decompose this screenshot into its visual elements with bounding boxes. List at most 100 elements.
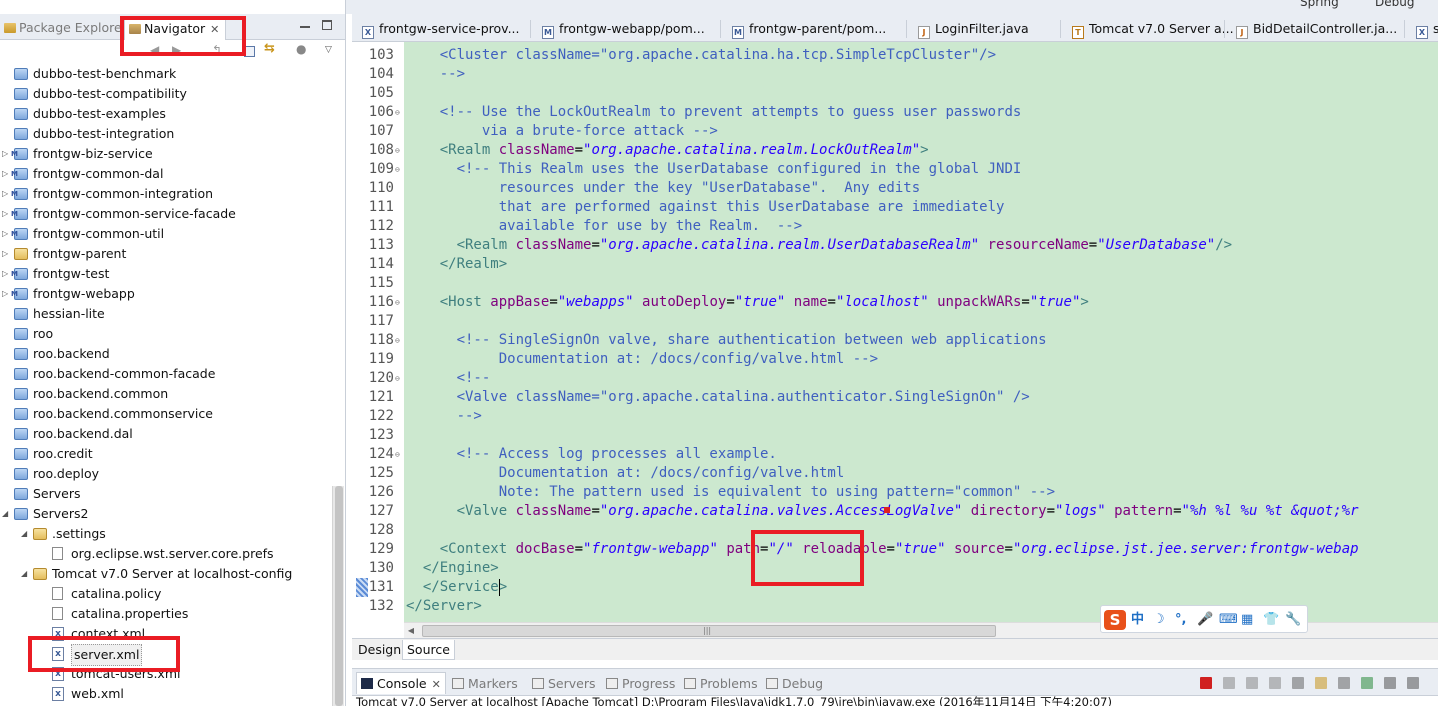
- tree-item[interactable]: roo.backend: [0, 344, 330, 364]
- tree-item[interactable]: ▷ frontgw-test: [0, 264, 330, 284]
- tree-item[interactable]: dubbo-test-benchmark: [0, 64, 330, 84]
- code-line[interactable]: 124 ⊖ <!-- Access log processes all examp…: [352, 445, 1438, 464]
- tree-item[interactable]: ▷ frontgw-biz-service: [0, 144, 330, 164]
- tree-vertical-scrollbar[interactable]: [332, 486, 344, 706]
- remove-all-icon[interactable]: [1246, 677, 1258, 689]
- tree-item[interactable]: ◢ Tomcat v7.0 Server at localhost-config: [0, 564, 330, 584]
- collapse-arrow-icon[interactable]: ◢: [21, 524, 29, 544]
- fold-toggle-icon[interactable]: ⊖: [395, 141, 400, 160]
- editor-tab[interactable]: J LoginFilter.java: [914, 16, 1029, 42]
- maximize-icon[interactable]: [1407, 677, 1419, 689]
- code-line[interactable]: 112 available for use by the Realm. -->: [352, 217, 1438, 236]
- microphone-icon[interactable]: 🎤: [1197, 610, 1213, 630]
- code-line[interactable]: 106 ⊖ <!-- Use the LockOutRealm to preven…: [352, 103, 1438, 122]
- tab-source[interactable]: Source: [402, 640, 455, 660]
- code-line[interactable]: 118 ⊖ <!-- SingleSignOn valve, share auth…: [352, 331, 1438, 350]
- tree-item[interactable]: ◢ .settings: [0, 524, 330, 544]
- filter-icon[interactable]: ●: [296, 42, 310, 56]
- fold-toggle-icon[interactable]: ⊖: [395, 160, 400, 179]
- bottom-tab-markers[interactable]: Markers: [452, 673, 518, 695]
- code-line[interactable]: 107 via a brute-force attack -->: [352, 122, 1438, 141]
- punctuation-icon[interactable]: °,: [1175, 610, 1186, 630]
- code-line[interactable]: 130 </Engine>: [352, 559, 1438, 578]
- code-line[interactable]: 121 <Valve className="org.apache.catalin…: [352, 388, 1438, 407]
- scrollbar-thumb[interactable]: [335, 486, 343, 706]
- fold-toggle-icon[interactable]: ⊖: [395, 369, 400, 388]
- pin-console-icon[interactable]: [1315, 677, 1327, 689]
- tree-item[interactable]: roo: [0, 324, 330, 344]
- code-line[interactable]: 104 -->: [352, 65, 1438, 84]
- expand-arrow-icon[interactable]: ▷: [2, 144, 10, 164]
- close-icon[interactable]: ✕: [432, 678, 441, 691]
- fold-toggle-icon[interactable]: ⊖: [395, 445, 400, 464]
- code-line[interactable]: 120 ⊖ <!--: [352, 369, 1438, 388]
- tree-item[interactable]: hessian-lite: [0, 304, 330, 324]
- editor-tab[interactable]: Xfrontgw-service-prov...: [358, 16, 520, 42]
- display-console-icon[interactable]: [1338, 677, 1350, 689]
- code-line[interactable]: 111 that are performed against this User…: [352, 198, 1438, 217]
- tree-item[interactable]: roo.backend-common-facade: [0, 364, 330, 384]
- skin-icon[interactable]: 👕: [1263, 610, 1279, 630]
- minimize-icon[interactable]: [1384, 677, 1396, 689]
- remove-launch-icon[interactable]: [1223, 677, 1235, 689]
- half-width-icon[interactable]: ☽: [1153, 610, 1165, 630]
- code-line[interactable]: 105: [352, 84, 1438, 103]
- expand-arrow-icon[interactable]: ▷: [2, 184, 10, 204]
- fold-toggle-icon[interactable]: ⊖: [395, 103, 400, 122]
- code-line[interactable]: 113 <Realm className="org.apache.catalin…: [352, 236, 1438, 255]
- code-line[interactable]: 119 Documentation at: /docs/config/valve…: [352, 350, 1438, 369]
- code-line[interactable]: 114 </Realm>: [352, 255, 1438, 274]
- collapse-arrow-icon[interactable]: ◢: [2, 504, 10, 524]
- tree-item[interactable]: roo.credit: [0, 444, 330, 464]
- tree-item[interactable]: catalina.properties: [0, 604, 330, 624]
- settings-wrench-icon[interactable]: 🔧: [1285, 610, 1301, 630]
- tree-item[interactable]: roo.backend.common: [0, 384, 330, 404]
- maximize-button[interactable]: [322, 20, 332, 30]
- perspective-debug[interactable]: Debug: [1375, 0, 1414, 10]
- code-line[interactable]: 129 <Context docBase="frontgw-webapp" pa…: [352, 540, 1438, 559]
- fold-toggle-icon[interactable]: ⊖: [395, 331, 400, 350]
- bottom-tab-servers[interactable]: Servers: [532, 673, 596, 695]
- code-line[interactable]: 126 Note: The pattern used is equivalent…: [352, 483, 1438, 502]
- tab-design[interactable]: Design: [354, 640, 405, 660]
- editor-tab[interactable]: Mfrontgw-parent/pom...: [728, 16, 886, 42]
- expand-arrow-icon[interactable]: ▷: [2, 264, 10, 284]
- toolbox-icon[interactable]: ▦: [1241, 610, 1253, 630]
- tree-item[interactable]: roo.backend.dal: [0, 424, 330, 444]
- tree-item[interactable]: ▷ frontgw-webapp: [0, 284, 330, 304]
- tree-item[interactable]: ▷ frontgw-common-integration: [0, 184, 330, 204]
- scroll-lock-icon[interactable]: [1292, 677, 1304, 689]
- code-line[interactable]: 115: [352, 274, 1438, 293]
- tree-item[interactable]: ▷ frontgw-common-util: [0, 224, 330, 244]
- tree-item[interactable]: ◢ Servers2: [0, 504, 330, 524]
- tree-item[interactable]: x web.xml: [0, 684, 330, 704]
- view-menu-icon[interactable]: ▽: [325, 45, 339, 57]
- code-area[interactable]: 102 <!--103 <Cluster className="org.apac…: [352, 42, 1438, 616]
- sogou-logo-icon[interactable]: S: [1104, 610, 1126, 630]
- code-line[interactable]: 123: [352, 426, 1438, 445]
- editor-tab[interactable]: J BidDetailController.ja...: [1232, 16, 1397, 42]
- tree-item[interactable]: ▷ frontgw-parent: [0, 244, 330, 264]
- code-line[interactable]: 116 ⊖ <Host appBase="webapps" autoDeploy=…: [352, 293, 1438, 312]
- tree-item[interactable]: ▷ frontgw-common-dal: [0, 164, 330, 184]
- expand-arrow-icon[interactable]: ▷: [2, 284, 10, 304]
- perspective-spring[interactable]: Spring: [1300, 0, 1339, 10]
- expand-arrow-icon[interactable]: ▷: [2, 244, 10, 264]
- editor-tab[interactable]: Xs: [1412, 16, 1438, 42]
- collapse-arrow-icon[interactable]: ◢: [21, 564, 29, 584]
- scrollbar-thumb[interactable]: |||: [422, 625, 996, 637]
- code-line[interactable]: 127 <Valve className="org.apache.catalin…: [352, 502, 1438, 521]
- clear-console-icon[interactable]: [1269, 677, 1281, 689]
- scroll-left-arrow-icon[interactable]: ◀: [404, 625, 418, 637]
- fold-toggle-icon[interactable]: ⊖: [395, 293, 400, 312]
- tree-item[interactable]: catalina.policy: [0, 584, 330, 604]
- code-line[interactable]: 108 ⊖ <Realm className="org.apache.catali…: [352, 141, 1438, 160]
- tree-item[interactable]: roo.deploy: [0, 464, 330, 484]
- tree-item[interactable]: roo.backend.commonservice: [0, 404, 330, 424]
- code-line[interactable]: 103 <Cluster className="org.apache.catal…: [352, 46, 1438, 65]
- xml-source-editor[interactable]: 102 <!--103 <Cluster className="org.apac…: [352, 42, 1438, 622]
- tree-item[interactable]: dubbo-test-compatibility: [0, 84, 330, 104]
- expand-arrow-icon[interactable]: ▷: [2, 204, 10, 224]
- bottom-tab-problems[interactable]: Problems: [684, 673, 758, 695]
- tab-package-explorer[interactable]: Package Explorer: [4, 16, 127, 40]
